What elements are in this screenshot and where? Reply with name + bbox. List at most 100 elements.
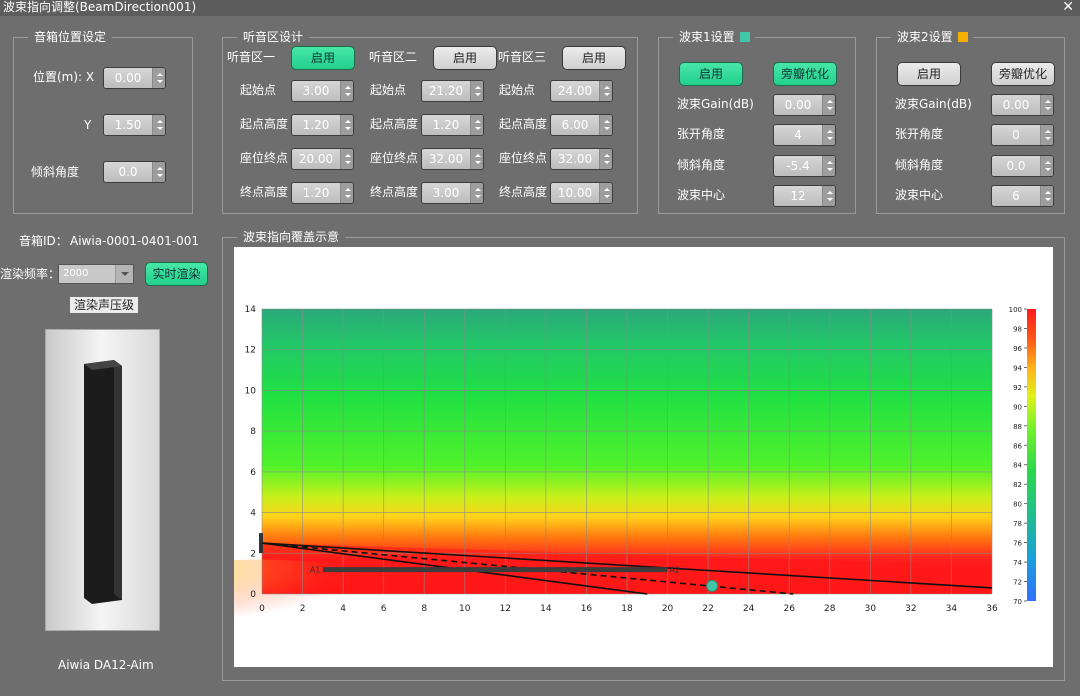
spin-arrows-icon[interactable] (340, 183, 353, 203)
zone1-field-1[interactable]: 1.20 (291, 114, 354, 136)
colorbar-tick-label: 94 (1013, 364, 1022, 372)
beam2-field-2[interactable]: 0.0 (991, 155, 1054, 177)
beam2-field-1[interactable]: 0 (991, 124, 1054, 146)
zone2-field-3[interactable]: 3.00 (421, 182, 484, 204)
zone3-field-2[interactable]: 32.00 (550, 148, 613, 170)
spin-arrows-icon[interactable] (470, 183, 483, 203)
beam1-field-1[interactable]: 4 (773, 124, 836, 146)
colorbar-tick-label: 76 (1013, 540, 1022, 548)
zone2-field-0[interactable]: 21.20 (421, 80, 484, 102)
beam1-sidelobe-button[interactable]: 旁瓣优化 (773, 62, 837, 86)
beam2-field-0[interactable]: 0.00 (991, 94, 1054, 116)
render-freq-select[interactable]: 2000 (58, 264, 134, 284)
colorbar-tick-label: 88 (1013, 423, 1022, 431)
tilt-angle-input[interactable]: 0.0 (103, 161, 166, 183)
beam2-sidelobe-button[interactable]: 旁瓣优化 (991, 62, 1055, 86)
coverage-caption: 波束指向覆盖示意 (237, 229, 346, 245)
beam1-label-3: 波束中心 (677, 188, 726, 202)
beam-center-marker[interactable] (706, 579, 719, 592)
spin-arrows-icon[interactable] (1040, 156, 1053, 176)
zone1-name: 听音区一 (227, 50, 276, 64)
spin-arrows-icon[interactable] (822, 125, 835, 145)
spin-arrows-icon[interactable] (340, 115, 353, 135)
spin-arrows-icon[interactable] (340, 81, 353, 101)
beam1-enable-button[interactable]: 启用 (679, 62, 743, 86)
spin-arrows-icon[interactable] (340, 149, 353, 169)
spin-arrows-icon[interactable] (152, 68, 165, 88)
spin-arrows-icon[interactable] (470, 81, 483, 101)
colorbar-tick-label: 98 (1013, 325, 1022, 333)
position-x-input[interactable]: 0.00 (103, 67, 166, 89)
spin-arrows-icon[interactable] (599, 81, 612, 101)
spin-arrows-icon[interactable] (599, 115, 612, 135)
zone3-field-3[interactable]: 10.00 (550, 182, 613, 204)
colorbar-tick-label: 70 (1013, 598, 1022, 606)
tilt-angle-label: 倾斜角度 (31, 165, 80, 179)
x-tick-label: 10 (459, 604, 471, 614)
spin-arrows-icon[interactable] (470, 115, 483, 135)
zone2-field-1[interactable]: 1.20 (421, 114, 484, 136)
colorbar-tick-label: 100 (1009, 306, 1022, 314)
zone1-row-label: 终点高度 (240, 185, 289, 199)
zone1-row-label: 座位终点 (240, 151, 289, 165)
spin-arrows-icon[interactable] (599, 183, 612, 203)
beam2-field-3[interactable]: 6 (991, 185, 1054, 207)
zone1-enable-button[interactable]: 启用 (291, 46, 355, 70)
zone1-field-0[interactable]: 3.00 (291, 80, 354, 102)
beam1-field-1-value: 4 (794, 128, 802, 142)
y-tick-label: 14 (245, 305, 257, 315)
zone1-field-3-value: 1.20 (302, 186, 330, 200)
window-title: 波束指向调整(BeamDirection001) (3, 0, 197, 14)
beam2-field-2-value: 0.0 (1006, 159, 1026, 173)
x-tick-label: 2 (300, 604, 306, 614)
spin-arrows-icon[interactable] (1040, 95, 1053, 115)
x-tick-label: 18 (621, 604, 633, 614)
position-x-label: 位置(m): X (33, 70, 95, 84)
colorbar-tick-label: 90 (1013, 403, 1022, 411)
zone3-field-0[interactable]: 24.00 (550, 80, 613, 102)
zone3-name: 听音区三 (498, 50, 547, 64)
zone1-field-2-value: 20.00 (298, 152, 334, 166)
spin-arrows-icon[interactable] (1040, 186, 1053, 206)
zone1-field-0-value: 3.00 (302, 84, 330, 98)
zone2-field-2[interactable]: 32.00 (421, 148, 484, 170)
position-y-label: Y (84, 118, 92, 132)
colorbar-tick-label: 72 (1013, 579, 1022, 587)
zone1-field-2[interactable]: 20.00 (291, 148, 354, 170)
spin-arrows-icon[interactable] (822, 186, 835, 206)
spl-render-tag: 渲染声压级 (70, 297, 139, 313)
beam2-enable-button[interactable]: 启用 (897, 62, 961, 86)
zone3-field-0-value: 24.00 (557, 84, 593, 98)
beam1-label-1: 张开角度 (677, 127, 726, 141)
coverage-plot: 0 2 4 6 8 10 12 14 16 18 20 22 24 26 28 30 32 34 36 0 2 4 6 8 10… (140, 247, 1053, 667)
speaker-column-icon (84, 360, 122, 604)
realtime-render-button[interactable]: 实时渲染 (145, 262, 208, 286)
chevron-down-icon[interactable] (115, 265, 133, 283)
colorbar-tick-label: 96 (1013, 345, 1022, 353)
beam2-label-3: 波束中心 (895, 188, 944, 202)
zone2-field-2-value: 32.00 (428, 152, 464, 166)
x-tick-label: 4 (340, 604, 346, 614)
zone3-field-2-value: 32.00 (557, 152, 593, 166)
spin-arrows-icon[interactable] (599, 149, 612, 169)
zone2-enable-button[interactable]: 启用 (433, 46, 497, 70)
speaker-id-value: Aiwia-0001-0401-001 (70, 234, 200, 248)
spin-arrows-icon[interactable] (470, 149, 483, 169)
spin-arrows-icon[interactable] (822, 95, 835, 115)
y-tick-label: 12 (245, 346, 256, 356)
beam1-field-0[interactable]: 0.00 (773, 94, 836, 116)
spin-arrows-icon[interactable] (152, 115, 165, 135)
spin-arrows-icon[interactable] (1040, 125, 1053, 145)
zone3-field-1[interactable]: 6.00 (550, 114, 613, 136)
zone2-field-1-value: 1.20 (432, 118, 460, 132)
close-icon[interactable]: ✕ (1062, 0, 1074, 15)
zone1-field-3[interactable]: 1.20 (291, 182, 354, 204)
beam1-field-3[interactable]: 12 (773, 185, 836, 207)
beam2-field-0-value: 0.00 (1002, 98, 1030, 112)
spin-arrows-icon[interactable] (822, 156, 835, 176)
x-tick-label: 0 (259, 604, 265, 614)
spin-arrows-icon[interactable] (152, 162, 165, 182)
position-y-input[interactable]: 1.50 (103, 114, 166, 136)
beam1-field-2[interactable]: -5.4 (773, 155, 836, 177)
zone3-enable-button[interactable]: 启用 (562, 46, 626, 70)
